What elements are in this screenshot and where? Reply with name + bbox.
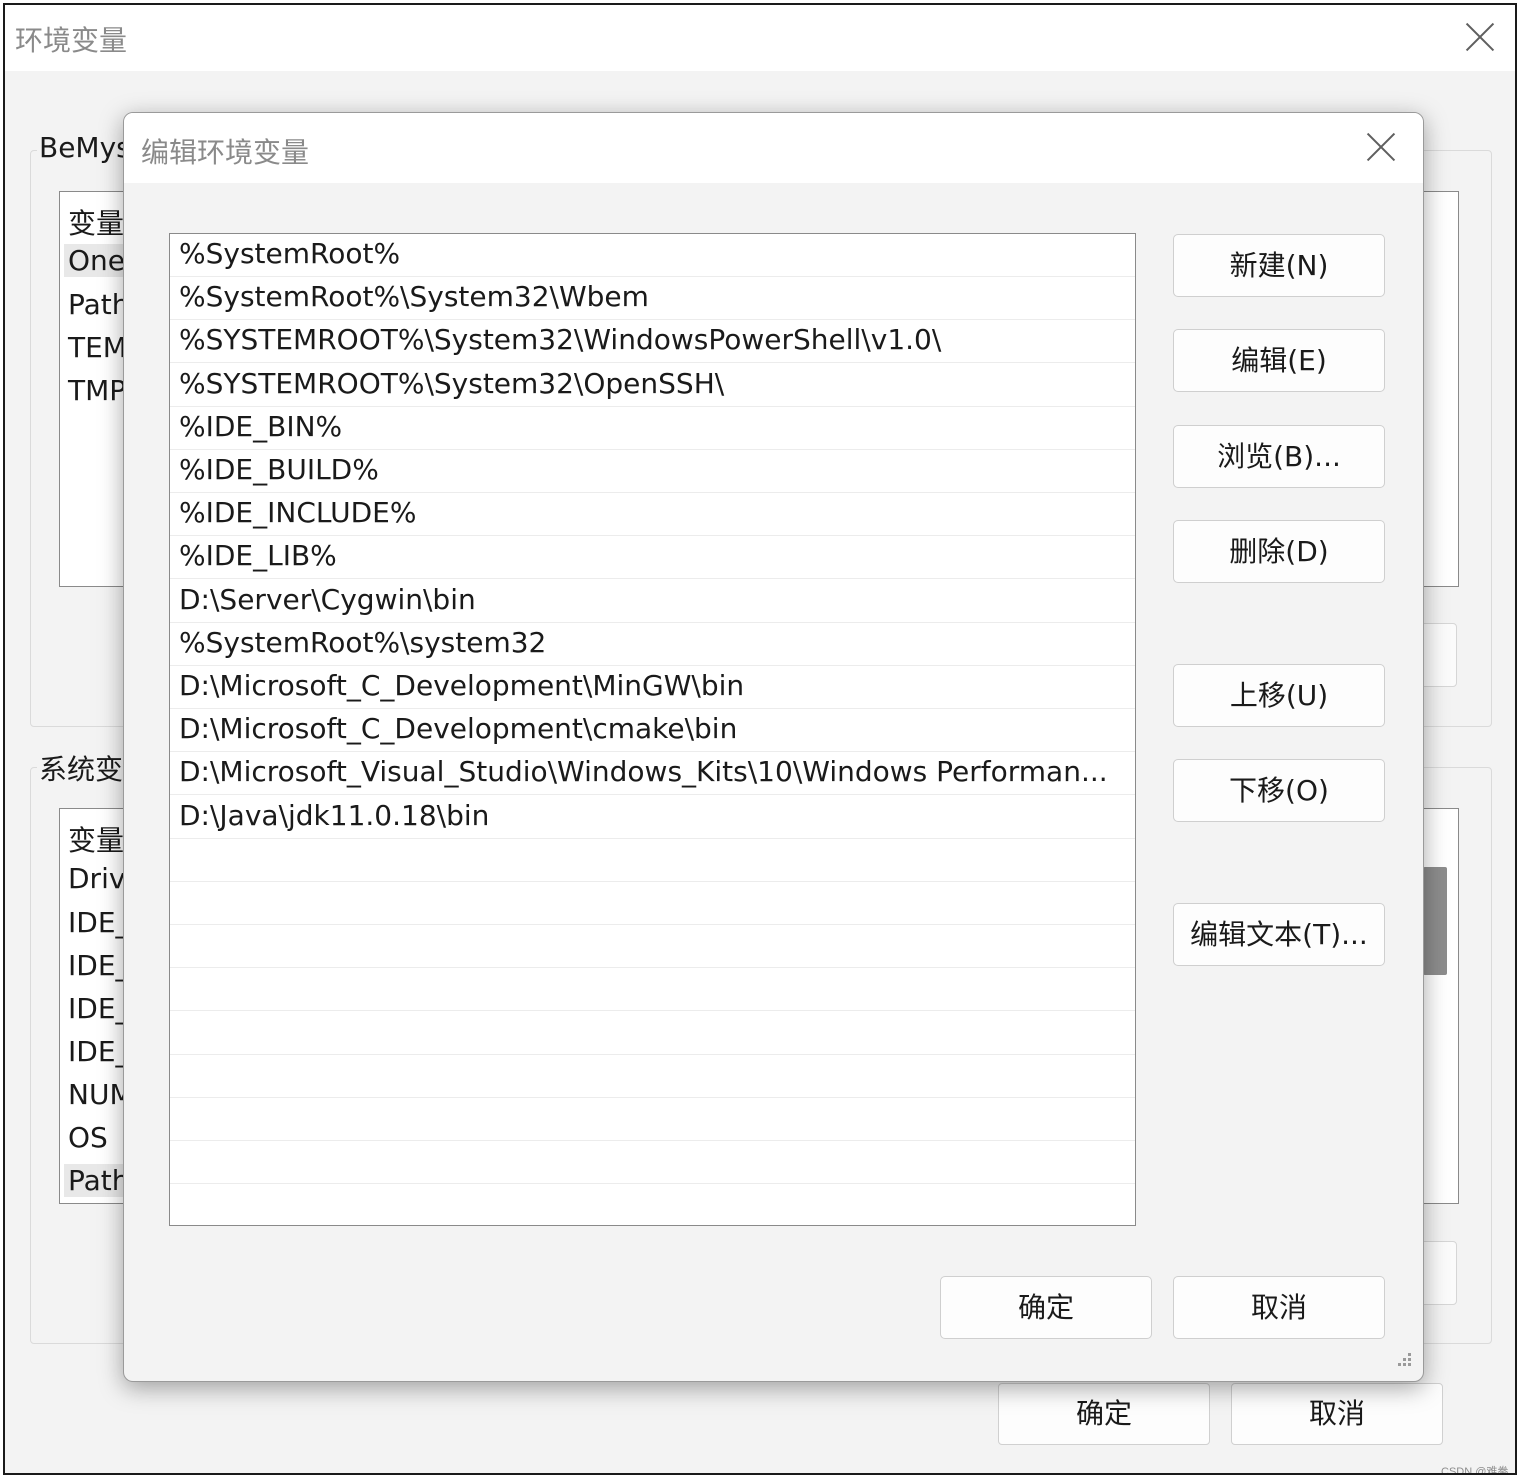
list-item[interactable]: TEM [68, 331, 127, 364]
path-list-row[interactable]: %IDE_INCLUDE% [170, 493, 1135, 537]
outer-dialog-title: 环境变量 [15, 24, 128, 57]
list-item[interactable]: IDE_ [68, 906, 130, 939]
user-variables-label: BeMys [37, 131, 133, 164]
path-list-row[interactable] [170, 968, 1135, 1012]
move-down-button[interactable]: 下移(O) [1173, 759, 1385, 822]
outer-title-bar: 环境变量 [5, 5, 1515, 71]
path-list-row[interactable] [170, 1141, 1135, 1185]
path-entries-list[interactable]: %SystemRoot% %SystemRoot%\System32\Wbem %S… [169, 233, 1136, 1226]
delete-button[interactable]: 删除(D) [1173, 520, 1385, 583]
path-entry-text: D:\Microsoft_Visual_Studio\Windows_Kits\… [179, 755, 1108, 789]
system-list-scrollbar[interactable] [1423, 867, 1447, 975]
list-header-variable: 变量 [68, 824, 125, 857]
watermark: CSDN @难拳 [1441, 1466, 1509, 1475]
list-item[interactable]: IDE_ [68, 949, 130, 982]
path-list-row[interactable]: %SYSTEMROOT%\System32\WindowsPowerShell\… [170, 320, 1135, 364]
resize-grip-icon[interactable] [1394, 1351, 1414, 1371]
path-list-row[interactable] [170, 839, 1135, 882]
path-list-row[interactable]: %SystemRoot%\System32\Wbem [170, 277, 1135, 321]
path-list-row[interactable]: %IDE_BUILD% [170, 450, 1135, 493]
path-list-row[interactable]: %SystemRoot% [170, 234, 1135, 277]
path-entry-text: %IDE_BIN% [179, 409, 343, 443]
path-list-row[interactable] [170, 1012, 1135, 1055]
path-entry-text: %SYSTEMROOT%\System32\OpenSSH\ [179, 366, 725, 400]
list-item[interactable]: One [64, 244, 126, 277]
path-list-row[interactable]: D:\Server\Cygwin\bin [170, 580, 1135, 623]
edit-dialog-title: 编辑环境变量 [141, 136, 310, 169]
list-item[interactable]: Driv [68, 862, 125, 895]
path-entry-text: %SystemRoot%\System32\Wbem [179, 280, 649, 314]
path-entry-text: %IDE_BUILD% [179, 453, 379, 486]
path-entry-text: %SYSTEMROOT%\System32\WindowsPowerShell\… [179, 323, 942, 357]
list-item[interactable]: TMP [68, 374, 126, 407]
move-up-button[interactable]: 上移(U) [1173, 664, 1385, 727]
path-entry-text: D:\Microsoft_C_Development\MinGW\bin [179, 669, 745, 702]
path-list-row[interactable] [170, 1098, 1135, 1141]
list-item[interactable]: IDE_ [68, 992, 130, 1025]
path-entry-text: D:\Java\jdk11.0.18\bin [179, 798, 490, 832]
path-list-row[interactable] [170, 1055, 1135, 1098]
edit-dialog-close-icon[interactable] [1366, 132, 1396, 162]
list-item[interactable]: Path [68, 288, 130, 321]
path-list-row[interactable] [170, 1184, 1135, 1225]
browse-button[interactable]: 浏览(B)... [1173, 425, 1385, 488]
list-item[interactable]: IDE_ [68, 1035, 130, 1068]
path-list-row[interactable]: D:\Microsoft_Visual_Studio\Windows_Kits\… [170, 752, 1135, 796]
system-variables-label: 系统变 [37, 748, 126, 788]
edit-dialog-ok-button[interactable]: 确定 [940, 1276, 1152, 1339]
outer-ok-button[interactable]: 确定 [998, 1383, 1210, 1445]
path-list-row[interactable]: %IDE_LIB% [170, 536, 1135, 580]
path-entry-text: %SystemRoot% [179, 237, 401, 270]
edit-dialog-title-bar: 编辑环境变量 [124, 113, 1423, 183]
path-entry-text: %IDE_INCLUDE% [179, 496, 417, 530]
path-entry-text: D:\Microsoft_C_Development\cmake\bin [179, 712, 738, 746]
list-item[interactable]: Path [64, 1164, 130, 1197]
edit-environment-variable-dialog: 编辑环境变量 %SystemRoot% %SystemRoot%\System32… [123, 112, 1424, 1382]
edit-text-button[interactable]: 编辑文本(T)... [1173, 903, 1385, 966]
list-header-variable: 变量 [68, 207, 125, 240]
path-list-row[interactable] [170, 882, 1135, 925]
path-list-row[interactable]: %IDE_BIN% [170, 407, 1135, 450]
edit-button[interactable]: 编辑(E) [1173, 329, 1385, 392]
path-list-row[interactable]: D:\Microsoft_C_Development\cmake\bin [170, 709, 1135, 753]
list-item[interactable]: OS [68, 1121, 108, 1154]
new-button[interactable]: 新建(N) [1173, 234, 1385, 297]
path-list-row[interactable] [170, 925, 1135, 969]
path-entry-text: D:\Server\Cygwin\bin [179, 582, 476, 616]
path-list-row[interactable]: D:\Java\jdk11.0.18\bin [170, 796, 1135, 839]
path-entry-text: %IDE_LIB% [179, 539, 337, 573]
path-list-row[interactable]: D:\Microsoft_C_Development\MinGW\bin [170, 666, 1135, 709]
edit-dialog-cancel-button[interactable]: 取消 [1173, 1276, 1385, 1339]
path-list-row[interactable]: %SYSTEMROOT%\System32\OpenSSH\ [170, 364, 1135, 407]
path-entry-text: %SystemRoot%\system32 [179, 625, 547, 659]
outer-close-icon[interactable] [1465, 22, 1495, 52]
path-list-row[interactable]: %SystemRoot%\system32 [170, 623, 1135, 666]
outer-cancel-button[interactable]: 取消 [1231, 1383, 1443, 1445]
